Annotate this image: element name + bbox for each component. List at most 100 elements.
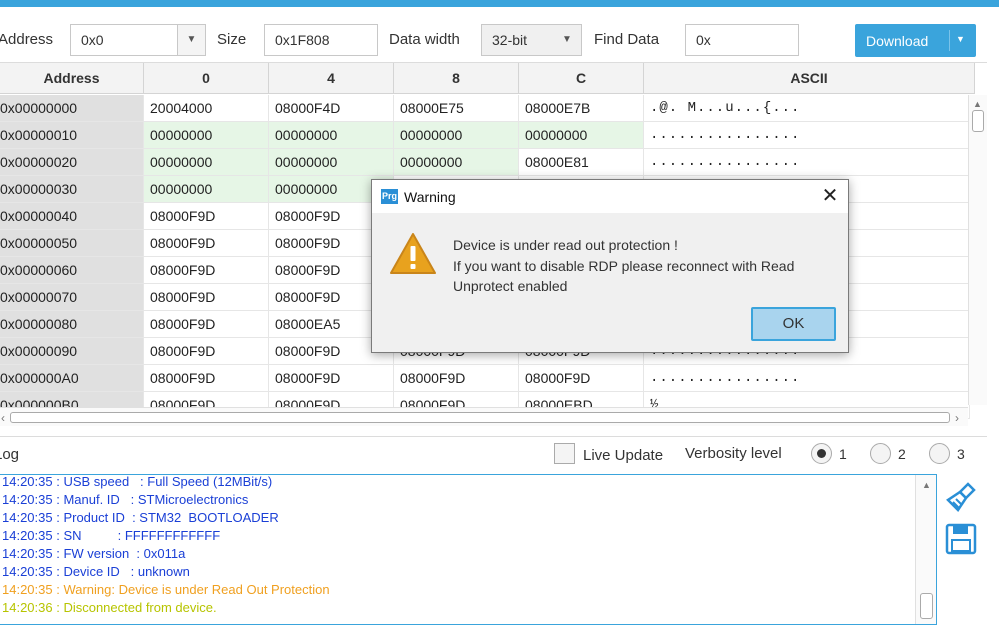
value-cell-4[interactable]: 08000F9D <box>269 365 394 392</box>
memory-vertical-scrollbar[interactable]: ▲ <box>968 95 987 405</box>
value-cell-0[interactable]: 08000F9D <box>144 203 269 230</box>
verbosity-label: Verbosity level <box>685 445 782 462</box>
value-cell-0[interactable]: 08000F9D <box>144 230 269 257</box>
column-header-4[interactable]: 4 <box>269 63 394 94</box>
value-cell-0[interactable]: 00000000 <box>144 149 269 176</box>
data-width-value[interactable]: 32-bit <box>492 32 527 48</box>
log-line: 14:20:35 : FW version : 0x011a <box>2 546 186 561</box>
log-line: 14:20:35 : Warning: Device is under Read… <box>2 582 330 597</box>
memory-toolbar: Address 0x0 ▼ Size 0x1F808 Data width 32… <box>0 7 999 62</box>
live-update-label[interactable]: Live Update <box>583 447 663 464</box>
log-toolbar: Log Live Update Verbosity level 1 2 3 <box>0 436 987 470</box>
value-cell-0[interactable]: 00000000 <box>144 122 269 149</box>
column-header-ascii[interactable]: ASCII <box>644 63 975 94</box>
address-label: Address <box>0 31 54 48</box>
app-icon: Prg <box>381 189 398 204</box>
value-cell-0[interactable]: 20004000 <box>144 95 269 122</box>
column-header-c[interactable]: C <box>519 63 644 94</box>
scroll-up-icon[interactable]: ▲ <box>973 99 982 109</box>
ascii-cell[interactable]: ................ <box>644 122 970 149</box>
table-row[interactable]: 0x00000010 00000000 00000000 00000000 000000… <box>0 122 970 149</box>
ascii-cell[interactable]: ................ <box>644 149 970 176</box>
verbosity-radio-3[interactable] <box>929 443 950 464</box>
value-cell-0[interactable]: 08000F9D <box>144 284 269 311</box>
address-value[interactable]: 0x0 <box>81 32 104 48</box>
log-vertical-scrollbar[interactable]: ▲ <box>915 475 936 624</box>
log-line: 14:20:35 : SN : FFFFFFFFFFFF <box>2 528 221 543</box>
value-cell-8[interactable]: 00000000 <box>394 149 519 176</box>
column-header-8[interactable]: 8 <box>394 63 519 94</box>
log-line: 14:20:35 : Product ID : STM32 BOOTLOADER <box>2 510 279 525</box>
value-cell-4[interactable]: 08000F4D <box>269 95 394 122</box>
address-cell[interactable]: 0x00000080 <box>0 311 144 338</box>
ok-button[interactable]: OK <box>751 307 836 341</box>
ascii-cell[interactable]: .@. M...u...{... <box>644 95 970 122</box>
verbosity-level-1-label[interactable]: 1 <box>839 446 847 462</box>
address-cell[interactable]: 0x00000000 <box>0 95 144 122</box>
value-cell-c[interactable]: 08000E7B <box>519 95 644 122</box>
scroll-left-icon[interactable]: ‹ <box>1 411 5 425</box>
dialog-message-line-3: Unprotect enabled <box>453 278 568 294</box>
scrollbar-thumb[interactable] <box>920 593 933 619</box>
memory-horizontal-scrollbar[interactable]: ‹ › <box>0 407 968 426</box>
verbosity-level-2-label[interactable]: 2 <box>898 446 906 462</box>
address-cell[interactable]: 0x00000020 <box>0 149 144 176</box>
value-cell-8[interactable]: 08000E75 <box>394 95 519 122</box>
broom-icon[interactable] <box>944 480 980 516</box>
log-output[interactable]: 14:20:35 : USB speed : Full Speed (12MBi… <box>0 474 937 625</box>
value-cell-0[interactable]: 00000000 <box>144 176 269 203</box>
value-cell-c[interactable]: 08000F9D <box>519 365 644 392</box>
dialog-title: Warning <box>404 189 456 205</box>
log-title: Log <box>0 446 20 463</box>
size-label: Size <box>217 31 247 48</box>
value-cell-0[interactable]: 08000F9D <box>144 311 269 338</box>
app-window: Address 0x0 ▼ Size 0x1F808 Data width 32… <box>0 0 999 625</box>
scrollbar-thumb[interactable] <box>972 110 984 132</box>
log-line: 14:20:36 : Disconnected from device. <box>2 600 217 615</box>
address-cell[interactable]: 0x00000010 <box>0 122 144 149</box>
live-update-checkbox[interactable] <box>554 443 575 464</box>
address-cell[interactable]: 0x00000030 <box>0 176 144 203</box>
scroll-up-icon[interactable]: ▲ <box>922 480 931 490</box>
value-cell-8[interactable]: 00000000 <box>394 122 519 149</box>
verbosity-radio-2[interactable] <box>870 443 891 464</box>
find-data-input[interactable]: 0x <box>685 24 799 56</box>
dialog-title-bar: Prg Warning ✕ <box>372 180 848 213</box>
value-cell-0[interactable]: 08000F9D <box>144 338 269 365</box>
value-cell-c[interactable]: 08000E81 <box>519 149 644 176</box>
address-cell[interactable]: 0x000000A0 <box>0 365 144 392</box>
value-cell-4[interactable]: 00000000 <box>269 122 394 149</box>
size-input[interactable]: 0x1F808 <box>264 24 378 56</box>
chevron-down-icon[interactable]: ▼ <box>177 25 205 55</box>
verbosity-level-3-label[interactable]: 3 <box>957 446 965 462</box>
table-row[interactable]: 0x000000A0 08000F9D 08000F9D 08000F9D 08000F… <box>0 365 970 392</box>
address-cell[interactable]: 0x00000060 <box>0 257 144 284</box>
download-label[interactable]: Download <box>866 33 928 49</box>
save-icon[interactable] <box>944 521 980 557</box>
scroll-right-icon[interactable]: › <box>955 411 959 425</box>
column-header-address[interactable]: Address <box>0 63 144 94</box>
address-cell[interactable]: 0x00000050 <box>0 230 144 257</box>
value-cell-c[interactable]: 00000000 <box>519 122 644 149</box>
table-row[interactable]: 0x00000000 20004000 08000F4D 08000E75 08000E… <box>0 95 970 122</box>
value-cell-8[interactable]: 08000F9D <box>394 365 519 392</box>
scrollbar-thumb[interactable] <box>10 412 950 423</box>
download-separator <box>949 30 950 51</box>
value-cell-0[interactable]: 08000F9D <box>144 365 269 392</box>
address-cell[interactable]: 0x00000070 <box>0 284 144 311</box>
close-icon[interactable]: ✕ <box>817 184 843 208</box>
chevron-down-icon[interactable]: ▼ <box>553 25 581 55</box>
value-cell-4[interactable]: 00000000 <box>269 149 394 176</box>
download-button[interactable]: Download ▼ <box>855 24 976 57</box>
ascii-cell[interactable]: ................ <box>644 365 970 392</box>
column-header-0[interactable]: 0 <box>144 63 269 94</box>
address-cell[interactable]: 0x00000090 <box>0 338 144 365</box>
value-cell-0[interactable]: 08000F9D <box>144 257 269 284</box>
find-data-label: Find Data <box>594 31 660 48</box>
address-combo[interactable]: 0x0 ▼ <box>70 24 206 56</box>
table-row[interactable]: 0x00000020 00000000 00000000 00000000 08000E… <box>0 149 970 176</box>
address-cell[interactable]: 0x00000040 <box>0 203 144 230</box>
data-width-select[interactable]: 32-bit ▼ <box>481 24 582 56</box>
verbosity-radio-1[interactable] <box>811 443 832 464</box>
chevron-down-icon[interactable]: ▼ <box>956 34 965 44</box>
